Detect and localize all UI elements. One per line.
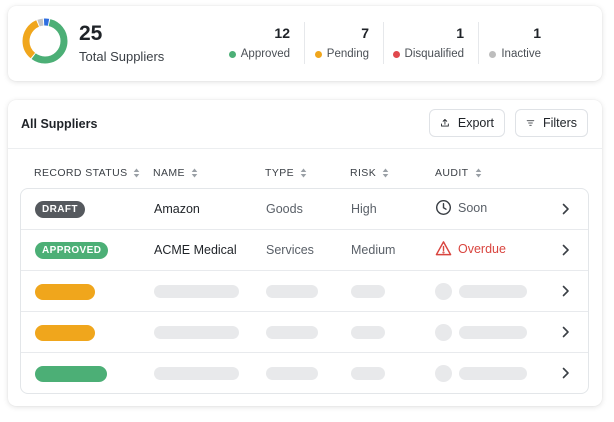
column-header-audit[interactable]: AUDIT: [435, 167, 482, 179]
supplier-name: Amazon: [154, 202, 200, 216]
type-placeholder: [266, 367, 318, 380]
summary-card: 25 Total Suppliers 12 Approved 7 Pending…: [8, 6, 602, 81]
audit-text: Soon: [458, 200, 488, 215]
type-placeholder: [266, 285, 318, 298]
chevron-right-icon[interactable]: [561, 326, 570, 338]
audit-placeholder: [459, 326, 527, 339]
audit-placeholder: [459, 367, 527, 380]
table-row-placeholder[interactable]: [21, 271, 588, 312]
supplier-audit: Soon: [435, 199, 487, 216]
filters-label: Filters: [542, 116, 577, 130]
total-suppliers-label: Total Suppliers: [79, 49, 165, 64]
warning-icon: [435, 241, 452, 256]
table-row-placeholder[interactable]: [21, 312, 588, 353]
status-badge: APPROVED: [35, 242, 109, 259]
chevron-right-icon[interactable]: [561, 367, 570, 379]
supplier-risk: Medium: [351, 243, 396, 257]
sort-icon: [134, 168, 140, 178]
table-row[interactable]: DRAFT Amazon Goods High Soon: [21, 189, 588, 230]
supplier-donut-chart: [22, 18, 68, 64]
stat-pending-value: 7: [361, 25, 369, 41]
export-label: Export: [457, 116, 494, 130]
risk-placeholder: [351, 326, 385, 339]
stat-pending-label: Pending: [314, 48, 369, 60]
stat-approved-value: 12: [274, 25, 290, 41]
column-header-type[interactable]: TYPE: [265, 167, 307, 179]
status-badge-placeholder: [35, 325, 95, 341]
column-header-record-status[interactable]: RECORD STATUS: [34, 167, 140, 179]
export-button[interactable]: Export: [429, 109, 505, 137]
stat-inactive-value: 1: [533, 25, 541, 41]
audit-placeholder: [459, 285, 527, 298]
total-suppliers-value: 25: [79, 22, 103, 45]
disqualified-dot-icon: [392, 50, 400, 58]
status-badge: DRAFT: [35, 201, 85, 218]
sort-icon: [382, 168, 389, 178]
header-divider: [8, 148, 602, 149]
audit-icon-placeholder: [435, 283, 452, 300]
audit-text: Overdue: [458, 241, 506, 256]
sort-icon: [191, 168, 198, 178]
column-header-name[interactable]: NAME: [153, 167, 198, 179]
name-placeholder: [154, 367, 239, 380]
type-placeholder: [266, 326, 318, 339]
suppliers-table-body: DRAFT Amazon Goods High Soon APPROVED AC…: [20, 188, 589, 394]
audit-icon-placeholder: [435, 324, 452, 341]
chevron-right-icon[interactable]: [561, 244, 570, 256]
status-badge-placeholder: [35, 284, 95, 300]
inactive-dot-icon: [489, 50, 497, 58]
supplier-name: ACME Medical: [154, 243, 237, 257]
pending-dot-icon: [314, 50, 322, 58]
stat-disqualified-value: 1: [456, 25, 464, 41]
column-header-risk[interactable]: RISK: [350, 167, 389, 179]
approved-dot-icon: [228, 50, 236, 58]
filter-icon: [526, 120, 535, 126]
supplier-type: Goods: [266, 202, 303, 216]
risk-placeholder: [351, 285, 385, 298]
table-row-placeholder[interactable]: [21, 353, 588, 393]
card-title: All Suppliers: [21, 117, 98, 131]
name-placeholder: [154, 326, 239, 339]
name-placeholder: [154, 285, 239, 298]
stat-approved-label: Approved: [228, 48, 290, 60]
stat-inactive: 1 Inactive: [479, 6, 555, 81]
audit-icon-placeholder: [435, 365, 452, 382]
supplier-audit: Overdue: [435, 240, 506, 257]
stat-disqualified: 1 Disqualified: [384, 6, 478, 81]
sort-icon: [300, 168, 307, 178]
filters-button[interactable]: Filters: [515, 109, 588, 137]
clock-icon: [435, 199, 452, 216]
stat-pending: 7 Pending: [305, 6, 383, 81]
sort-icon: [475, 168, 481, 178]
chevron-right-icon[interactable]: [561, 285, 570, 297]
stat-disqualified-label: Disqualified: [392, 48, 464, 60]
stat-approved: 12 Approved: [216, 6, 304, 81]
chevron-right-icon[interactable]: [561, 203, 570, 215]
supplier-type: Services: [266, 243, 314, 257]
export-icon: [441, 119, 449, 127]
supplier-risk: High: [351, 202, 377, 216]
suppliers-table-card: All Suppliers Export Filters RECORD STAT…: [8, 100, 602, 406]
risk-placeholder: [351, 367, 385, 380]
table-row[interactable]: APPROVED ACME Medical Services Medium Ov…: [21, 230, 588, 271]
stat-inactive-label: Inactive: [489, 48, 541, 60]
status-badge-placeholder: [35, 366, 107, 382]
